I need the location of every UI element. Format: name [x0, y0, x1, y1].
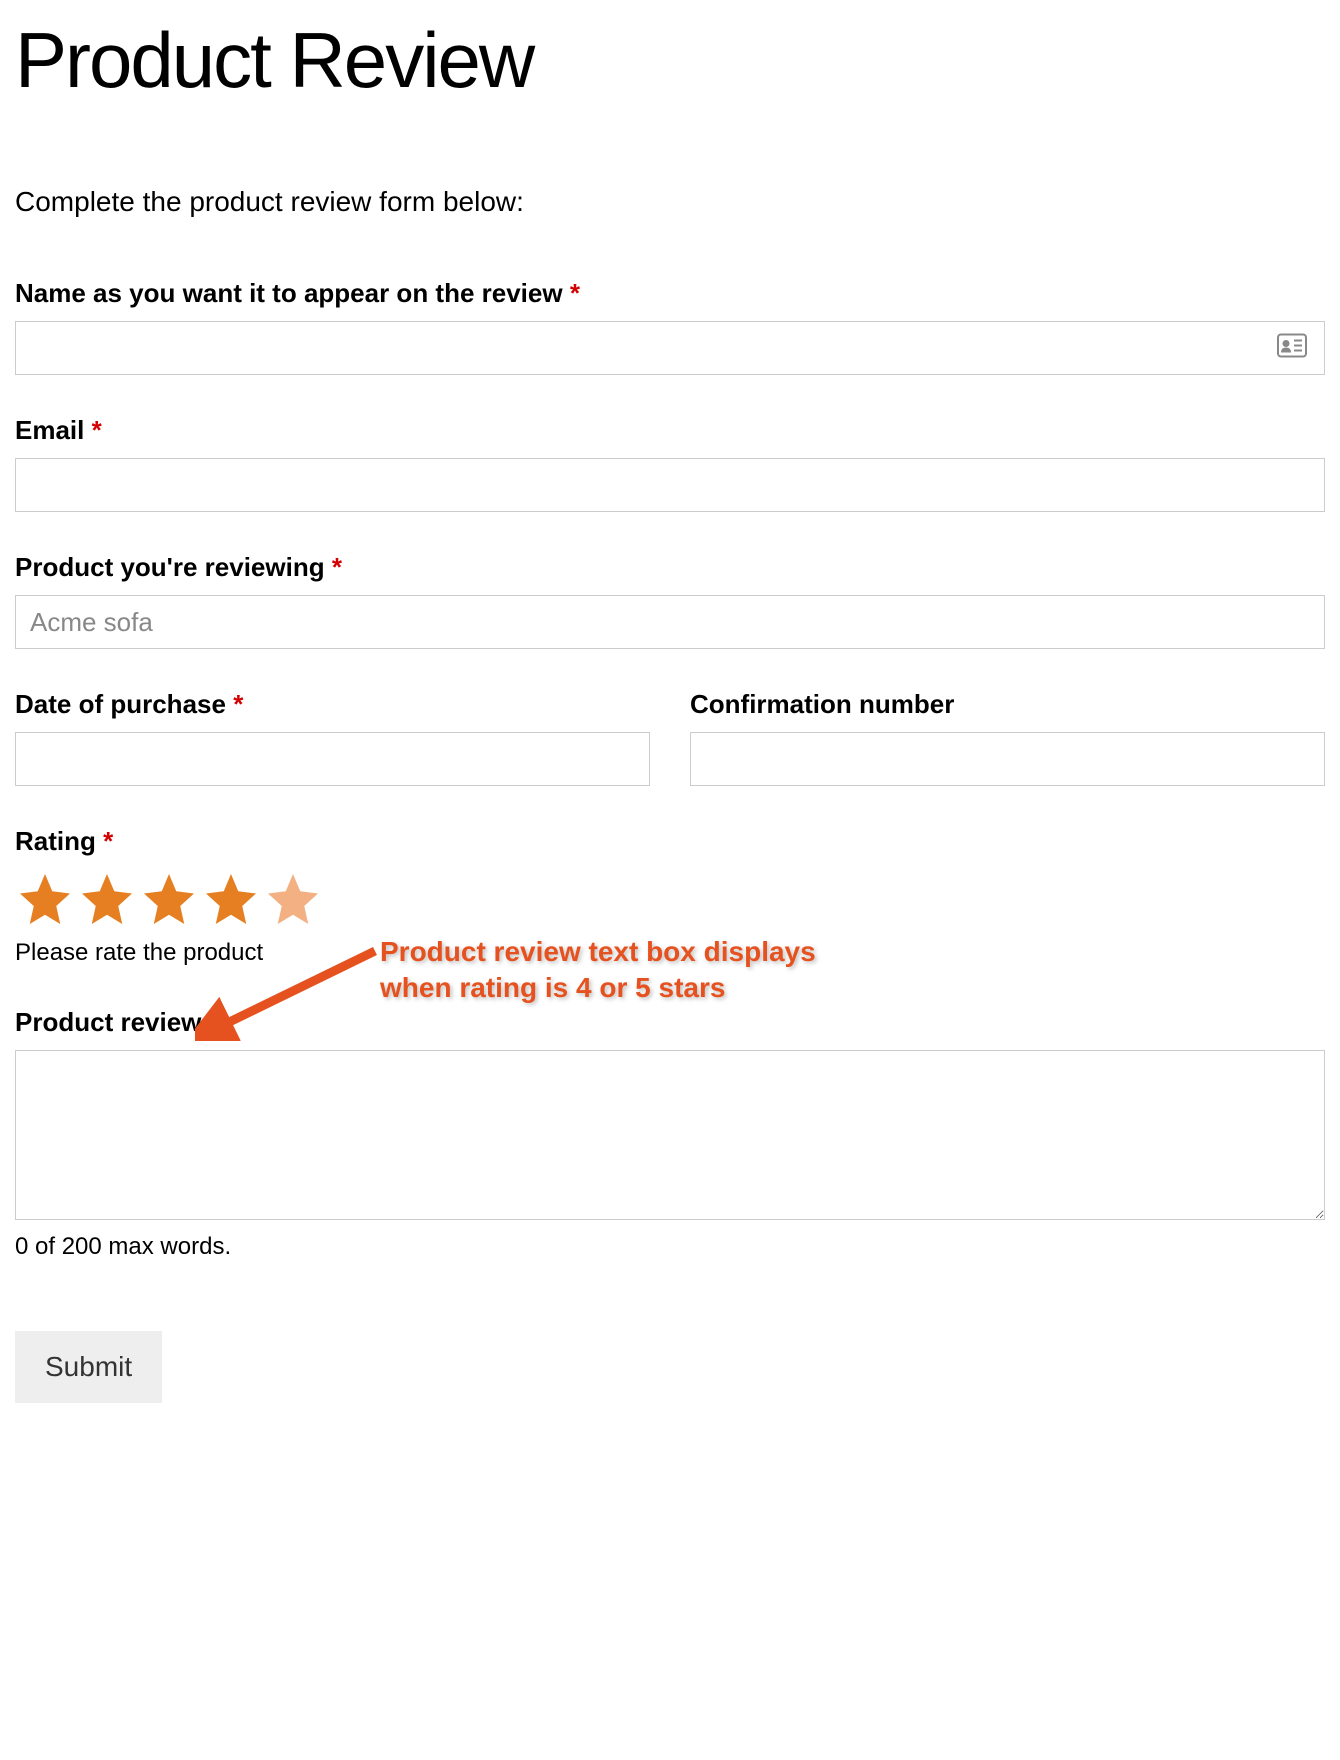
star-icon[interactable]: [201, 869, 261, 929]
required-mark: *: [332, 552, 342, 582]
required-mark: *: [103, 826, 113, 856]
intro-text: Complete the product review form below:: [15, 186, 1325, 218]
rating-label: Rating *: [15, 826, 1325, 857]
confirmation-label: Confirmation number: [690, 689, 1325, 720]
name-input[interactable]: [15, 321, 1325, 375]
date-label: Date of purchase *: [15, 689, 650, 720]
email-label: Email *: [15, 415, 1325, 446]
name-label: Name as you want it to appear on the rev…: [15, 278, 1325, 309]
star-icon[interactable]: [77, 869, 137, 929]
star-icon[interactable]: [263, 869, 323, 929]
page-title: Product Review: [15, 15, 1325, 106]
required-mark: *: [233, 689, 243, 719]
review-textarea[interactable]: [15, 1050, 1325, 1220]
contact-card-icon: [1277, 334, 1307, 363]
star-icon[interactable]: [15, 869, 75, 929]
product-input[interactable]: [15, 595, 1325, 649]
required-mark: *: [92, 415, 102, 445]
email-input[interactable]: [15, 458, 1325, 512]
rating-helper: Please rate the product: [15, 939, 1325, 967]
date-input[interactable]: [15, 732, 650, 786]
required-mark: *: [570, 278, 580, 308]
rating-stars: [15, 869, 1325, 929]
review-label: Product review: [15, 1007, 1325, 1038]
submit-button[interactable]: Submit: [15, 1331, 162, 1403]
star-icon[interactable]: [139, 869, 199, 929]
product-label: Product you're reviewing *: [15, 552, 1325, 583]
confirmation-input[interactable]: [690, 732, 1325, 786]
word-count: 0 of 200 max words.: [15, 1233, 1325, 1261]
